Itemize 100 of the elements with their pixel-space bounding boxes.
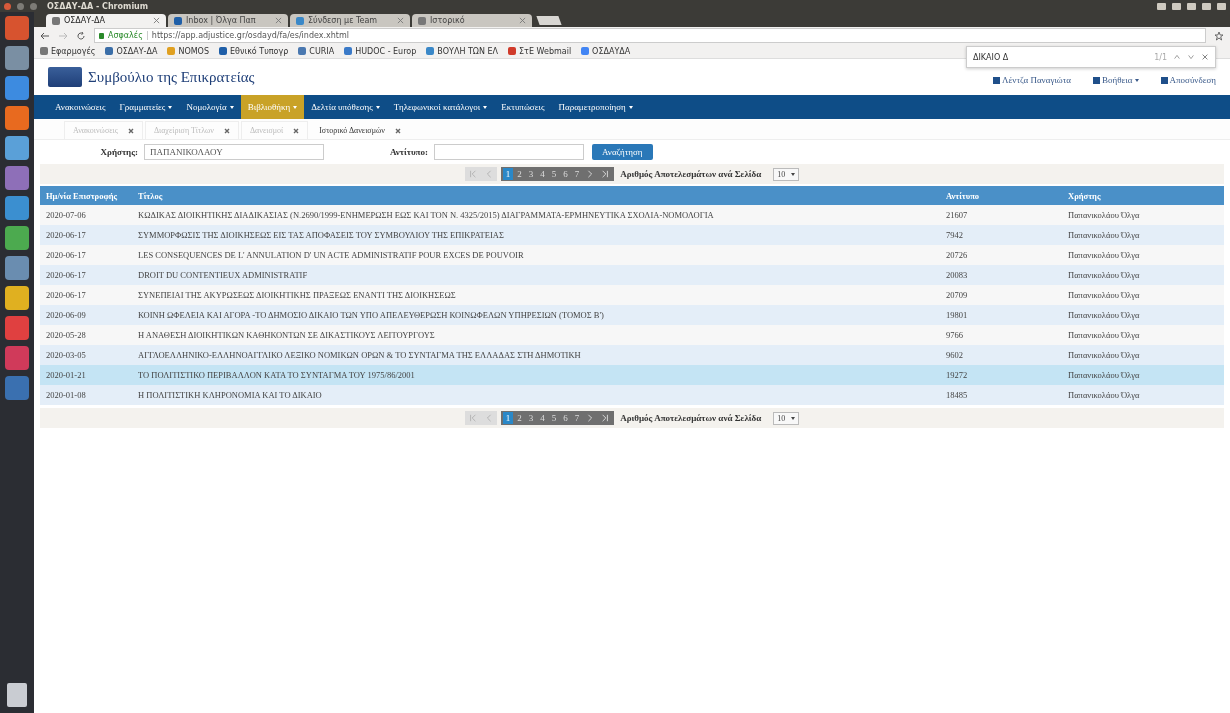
find-field[interactable]: ΔΙΚΑΙΟ Δ	[973, 52, 1149, 62]
close-icon[interactable]	[153, 17, 160, 24]
per-page-select[interactable]: 10	[773, 411, 800, 425]
table-row[interactable]: 2020-06-09 ΚΟΙΝΗ ΩΦΕΛΕΙΑ ΚΑΙ ΑΓΟΡΑ -ΤΟ ΔΗΜΟΣΙΟ ΔΙΚΑΙΟ ΤΩΝ ΥΠΟ ΑΠΕΛΕΥΘΕΡΩΣΗ ΚΟΙΝΩΦΕΛΩΝ ΥΠΗΡΕΣΙΩΝ (ΤΟΜΟΣ Β') 19801 Παπανικολάου Όλγα	[40, 305, 1224, 325]
page-link[interactable]: 2	[514, 168, 525, 180]
bookmark-link[interactable]: ΟΣΔΑΥ-ΔΑ	[105, 46, 158, 56]
page-tab[interactable]: Ιστορικό Δανεισμών	[310, 121, 410, 139]
address-bar[interactable]: Ασφαλές https://app.adjustice.gr/osdayd/fa/es/index.xhtml	[94, 28, 1206, 43]
page-link[interactable]: 4	[537, 412, 548, 424]
nav-menu-item[interactable]: Παραμετροποίηση	[551, 95, 640, 119]
launcher-app-icon[interactable]	[5, 166, 29, 190]
page-link[interactable]: 5	[548, 168, 560, 180]
copy-label: Αντίτυπο:	[388, 147, 429, 157]
page-link[interactable]: 1	[502, 168, 514, 180]
launcher-app-icon[interactable]	[5, 316, 29, 340]
chevron-down-icon[interactable]	[1187, 53, 1195, 61]
trash-icon[interactable]	[7, 683, 27, 707]
per-page-select[interactable]: 10	[773, 167, 800, 181]
reload-icon[interactable]	[76, 30, 86, 41]
help-menu[interactable]: Βοήθεια	[1093, 75, 1139, 85]
browser-tab[interactable]: Inbox | Όλγα Παπ	[168, 14, 288, 27]
copy-field[interactable]	[434, 144, 584, 160]
table-row[interactable]: 2020-01-08 Η ΠΟΛΙΤΙΣΤΙΚΗ ΚΛΗΡΟΝΟΜΙΑ ΚΑΙ ΤΟ ΔΙΚΑΙΟ 18485 Παπανικολάου Όλγα	[40, 385, 1224, 405]
window-minimize-button[interactable]	[17, 2, 24, 10]
bookmark-link[interactable]: HUDOC - Europ	[344, 46, 417, 56]
nav-menu-item[interactable]: Τηλεφωνικοί κατάλογοι	[386, 95, 495, 119]
nav-menu-item[interactable]: Νομολογία	[179, 95, 241, 119]
table-row[interactable]: 2020-06-17 ΣΥΝΕΠΕΙΑΙ ΤΗΣ ΑΚΥΡΩΣΕΩΣ ΔΙΟΙΚΗΤΙΚΗΣ ΠΡΑΞΕΩΣ ΕΝΑΝΤΙ ΤΗΣ ΔΙΟΙΚΗΣΕΩΣ 20709 Παπανικολάου Όλγα	[40, 285, 1224, 305]
nav-menu-item[interactable]: Ανακοινώσεις	[48, 95, 113, 119]
court-logo	[48, 67, 82, 87]
launcher-app-icon[interactable]	[5, 136, 29, 160]
page-link[interactable]: 6	[560, 412, 571, 424]
nav-menu-item[interactable]: Γραμματείες	[112, 95, 180, 119]
launcher-app-icon[interactable]	[5, 76, 29, 100]
close-icon[interactable]	[275, 17, 282, 24]
close-icon[interactable]	[1201, 53, 1209, 61]
user-field[interactable]: ΠΑΠΑΝΙΚΟΛΑΟΥ	[144, 144, 324, 160]
launcher-app-icon[interactable]	[5, 226, 29, 250]
nav-menu-item[interactable]: Εκτυπώσεις	[494, 95, 552, 119]
table-cell: 21607	[940, 205, 1062, 225]
close-icon[interactable]	[397, 17, 404, 24]
bookmark-link[interactable]: ΣτΕ Webmail	[508, 46, 572, 56]
table-row[interactable]: 2020-01-21 ΤΟ ΠΟΛΙΤΙΣΤΙΚΟ ΠΕΡΙΒΑΛΛΟΝ ΚΑΤΑ ΤΟ ΣΥΝΤΑΓΜΑ ΤΟΥ 1975/86/2001 19272 Παπανικολάου Όλγα	[40, 365, 1224, 385]
bookmark-link[interactable]: CURIA	[298, 46, 335, 56]
bookmark-link[interactable]: Εφαρμογές	[40, 46, 96, 56]
page-link[interactable]: 3	[525, 412, 537, 424]
new-tab-button[interactable]	[536, 16, 562, 25]
user-link[interactable]: Λέντζα Παναγιώτα	[993, 75, 1072, 85]
bookmark-link[interactable]: Εθνικό Τυπογρ	[219, 46, 289, 56]
launcher-app-icon[interactable]	[5, 46, 29, 70]
page-link[interactable]: 6	[560, 168, 571, 180]
favicon-icon	[508, 47, 517, 55]
nav-menu-item[interactable]: Δελτία υπόθεσης	[304, 95, 387, 119]
table-row[interactable]: 2020-06-17 ΣΥΜΜΟΡΦΩΣΙΣ ΤΗΣ ΔΙΟΙΚΗΣΕΩΣ ΕΙΣ ΤΑΣ ΑΠΟΦΑΣΕΙΣ ΤΟΥ ΣΥΜΒΟΥΛΙΟΥ ΤΗΣ ΕΠΙΚΡΑΤΕΙΑΣ 7942 Παπανικολάου Όλγα	[40, 225, 1224, 245]
browser-tab[interactable]: ΟΣΔΑΥ-ΔΑ	[46, 14, 166, 27]
launcher-app-icon[interactable]	[5, 346, 29, 370]
launcher-app-icon[interactable]	[5, 376, 29, 400]
user-label: Χρήστης:	[99, 147, 139, 157]
table-cell: ΤΟ ΠΟΛΙΤΙΣΤΙΚΟ ΠΕΡΙΒΑΛΛΟΝ ΚΑΤΑ ΤΟ ΣΥΝΤΑΓΜΑ ΤΟΥ 1975/86/2001	[132, 365, 940, 385]
table-row[interactable]: 2020-07-06 ΚΩΔΙΚΑΣ ΔΙΟΙΚΗΤΙΚΗΣ ΔΙΑΔΙΚΑΣΙΑΣ (Ν.2690/1999-ΕΝΗΜΕΡΩΣΗ ΕΩΣ ΚΑΙ ΤΟΝ Ν. 4325/2015) ΔΙΑΓΡΑΜΜΑΤΑ-ΕΡΜΗΝΕΥΤΙΚΑ ΣΧΟΛΙΑ-ΝΟΜΟΛΟΓΙΑ 21607 Παπανικολάου Όλγα	[40, 205, 1224, 225]
launcher-app-icon[interactable]	[5, 196, 29, 220]
table-cell: 9766	[940, 325, 1062, 345]
forward-arrow-icon[interactable]	[58, 30, 68, 41]
page-link[interactable]: 7	[571, 412, 583, 424]
close-icon[interactable]	[223, 127, 230, 134]
table-cell: ΚΩΔΙΚΑΣ ΔΙΟΙΚΗΤΙΚΗΣ ΔΙΑΔΙΚΑΣΙΑΣ (Ν.2690/1999-ΕΝΗΜΕΡΩΣΗ ΕΩΣ ΚΑΙ ΤΟΝ Ν. 4325/2015) ΔΙΑΓΡΑΜΜΑΤΑ-ΕΡΜΗΝΕΥΤΙΚΑ ΣΧΟΛΙΑ-ΝΟΜΟΛΟΓΙΑ	[132, 205, 940, 225]
window-maximize-button[interactable]	[30, 2, 37, 10]
back-arrow-icon[interactable]	[40, 30, 50, 41]
table-cell: 2020-07-06	[40, 205, 132, 225]
table-row[interactable]: 2020-03-05 ΑΓΓΛΟΕΛΛΗΝΙΚΟ-ΕΛΛΗΝΟΑΓΓΛΙΚΟ ΛΕΞΙΚΟ ΝΟΜΙΚΩΝ ΟΡΩΝ & ΤΟ ΣΥΝΤΑΓΜΑ ΤΗΣ ΕΛΛΑΔΑΣ ΣΤΗ ΔΗΜΟΤΙΚΗ 9602 Παπανικολάου Όλγα	[40, 345, 1224, 365]
launcher-app-icon[interactable]	[5, 286, 29, 310]
table-row[interactable]: 2020-06-17 LES CONSEQUENCES DE L' ANNULATION D' UN ACTE ADMINISTRATIF POUR EXCES DE POUVOIR 20726 Παπανικολάου Όλγα	[40, 245, 1224, 265]
table-row[interactable]: 2020-06-17 DROIT DU CONTENTIEUX ADMINISTRATIF 20083 Παπανικολάου Όλγα	[40, 265, 1224, 285]
table-cell: ΣΥΜΜΟΡΦΩΣΙΣ ΤΗΣ ΔΙΟΙΚΗΣΕΩΣ ΕΙΣ ΤΑΣ ΑΠΟΦΑΣΕΙΣ ΤΟΥ ΣΥΜΒΟΥΛΙΟΥ ΤΗΣ ΕΠΙΚΡΑΤΕΙΑΣ	[132, 225, 940, 245]
window-close-button[interactable]	[4, 2, 11, 10]
browser-tab[interactable]: Σύνδεση με Team	[290, 14, 410, 27]
close-icon[interactable]	[127, 127, 134, 134]
table-row[interactable]: 2020-05-28 Η ΑΝΑΘΕΣΗ ΔΙΟΙΚΗΤΙΚΩΝ ΚΑΘΗΚΟΝΤΩΝ ΣΕ ΔΙΚΑΣΤΙΚΟΥΣ ΛΕΙΤΟΥΡΓΟΥΣ 9766 Παπανικολάου Όλγα	[40, 325, 1224, 345]
chevron-up-icon[interactable]	[1173, 53, 1181, 61]
first-page-icon[interactable]	[464, 167, 481, 181]
page-link[interactable]: 7	[571, 168, 583, 180]
browser-tab[interactable]: Ιστορικό	[412, 14, 532, 27]
star-icon[interactable]	[1214, 30, 1224, 41]
close-icon[interactable]	[394, 127, 401, 134]
bookmark-link[interactable]: ΟΣΔΑΥΔΑ	[581, 46, 631, 56]
close-icon[interactable]	[293, 127, 300, 134]
page-link[interactable]: 2	[514, 412, 525, 424]
page-link[interactable]: 4	[537, 168, 548, 180]
first-page-icon[interactable]	[464, 411, 481, 425]
search-button[interactable]: Αναζήτηση	[592, 144, 653, 160]
launcher-app-icon[interactable]	[5, 106, 29, 130]
close-icon[interactable]	[519, 17, 526, 24]
launcher-app-icon[interactable]	[5, 256, 29, 280]
page-link[interactable]: 3	[525, 168, 537, 180]
page-link[interactable]: 1	[502, 412, 514, 424]
bookmark-link[interactable]: ΒΟΥΛΗ ΤΩΝ ΕΛ	[426, 46, 499, 56]
bookmark-link[interactable]: NOMOS	[167, 46, 209, 56]
page-link[interactable]: 5	[548, 412, 560, 424]
launcher-app-icon[interactable]	[5, 16, 29, 40]
logout-link[interactable]: Αποσύνδεση	[1160, 75, 1216, 85]
